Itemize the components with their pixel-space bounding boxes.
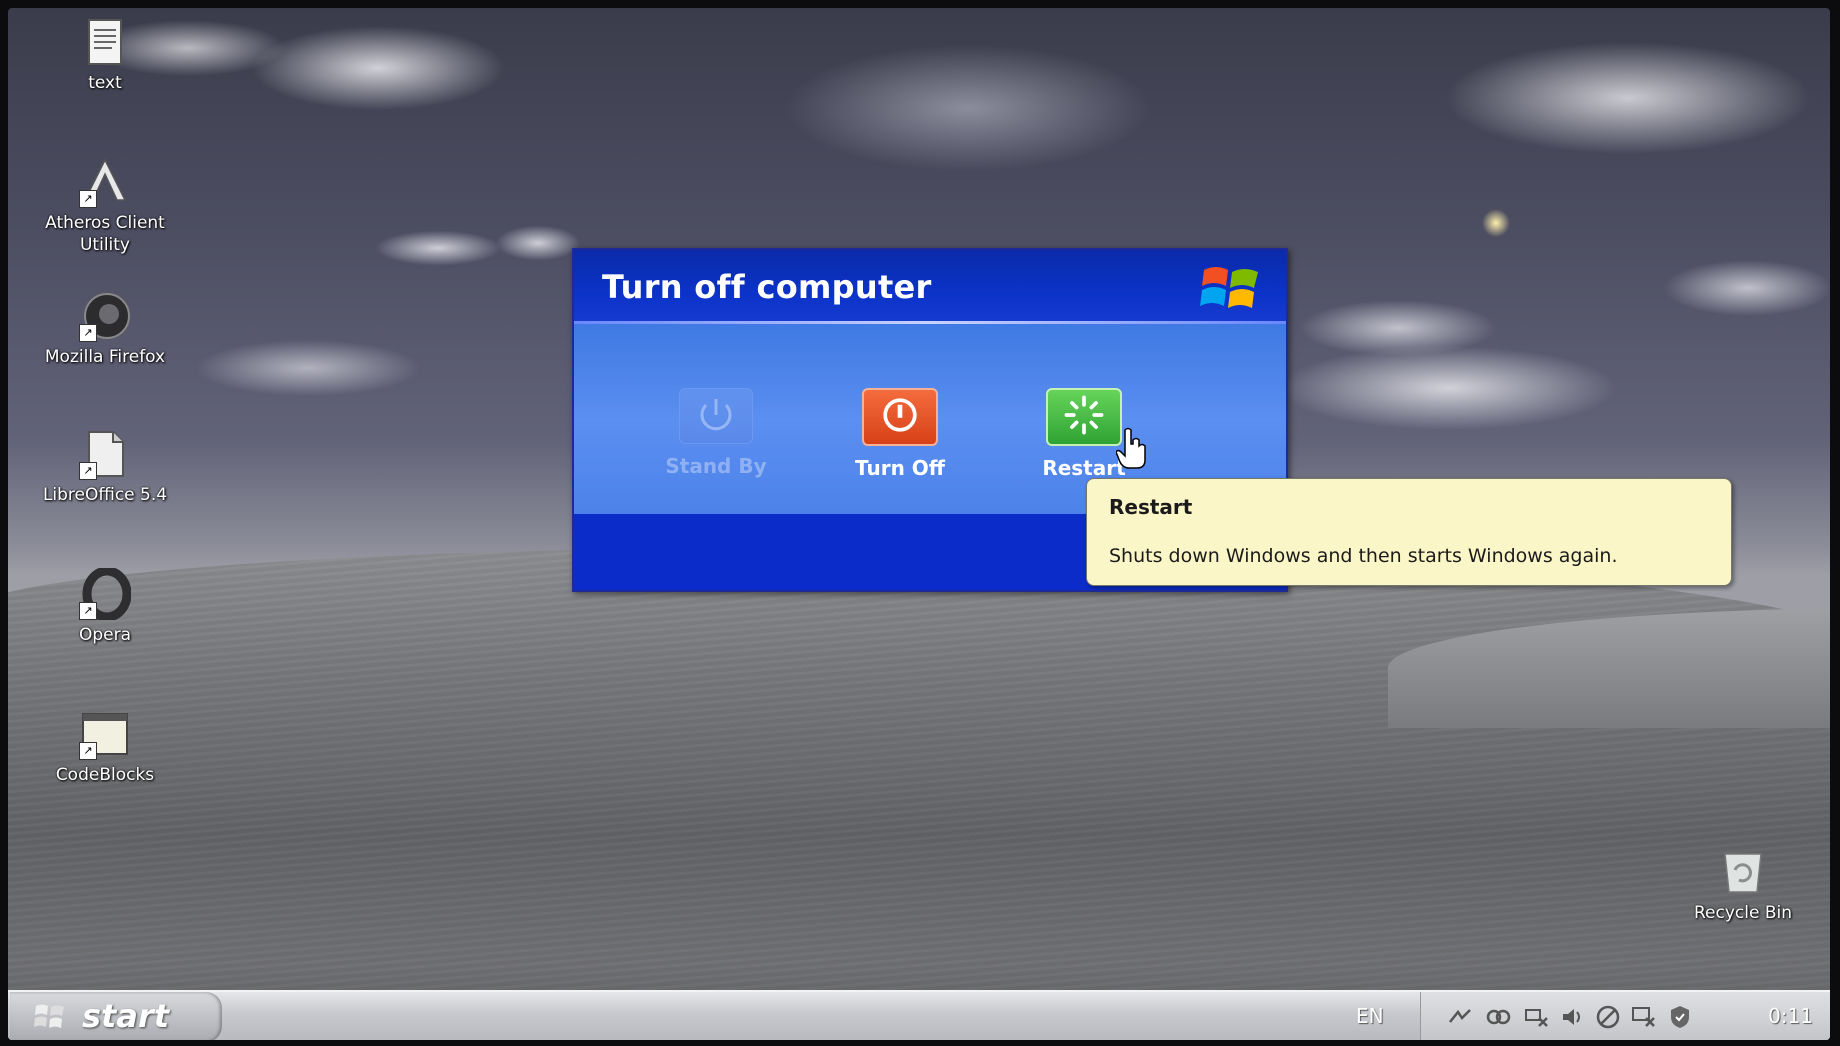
desktop-icon-recycle-bin[interactable]: Recycle Bin	[1668, 846, 1818, 924]
desktop-icon-atheros[interactable]: ↗ Atheros Client Utility	[30, 156, 180, 256]
turn-off-button[interactable]	[862, 388, 938, 446]
restart-icon	[1064, 395, 1104, 435]
shortcut-arrow-icon: ↗	[79, 190, 97, 208]
shortcut-arrow-icon: ↗	[79, 742, 97, 760]
volume-icon[interactable]	[1559, 1004, 1585, 1030]
desktop-icon-label: LibreOffice 5.4	[42, 485, 168, 505]
desktop-icon-label: Atheros Client Utility	[45, 213, 165, 255]
dialog-title: Turn off computer	[602, 268, 932, 306]
wallpaper-hill	[8, 548, 1830, 1040]
desktop-icon-codeblocks[interactable]: ↗ CodeBlocks	[30, 708, 180, 786]
libreoffice-icon: ↗	[79, 428, 131, 480]
desktop-icon-label: Recycle Bin	[1693, 903, 1792, 923]
network-disconnected-icon[interactable]	[1523, 1004, 1549, 1030]
recycle-bin-icon	[1717, 846, 1769, 898]
network-icon[interactable]	[1447, 1004, 1473, 1030]
restart-tooltip: Restart Shuts down Windows and then star…	[1086, 478, 1732, 586]
desktop-icon-firefox[interactable]: ↗ Mozilla Firefox	[30, 290, 180, 368]
system-tray: 0:11	[1420, 992, 1830, 1040]
start-label: start	[82, 997, 170, 1035]
windows-flag-icon	[34, 1004, 64, 1028]
desktop-icon-label: Mozilla Firefox	[44, 347, 166, 367]
power-off-icon	[883, 398, 917, 432]
wireless-disconnected-icon[interactable]	[1631, 1004, 1657, 1030]
turn-off-option[interactable]: Turn Off	[830, 388, 970, 480]
desktop[interactable]: text ↗ Atheros Client Utility ↗ Mozilla …	[8, 8, 1830, 1040]
blocked-icon[interactable]	[1595, 1004, 1621, 1030]
restart-button[interactable]	[1046, 388, 1122, 446]
connections-icon[interactable]	[1485, 1004, 1511, 1030]
text-document-icon	[79, 16, 131, 68]
tooltip-text: Shuts down Windows and then starts Windo…	[1109, 545, 1618, 567]
shortcut-arrow-icon: ↗	[79, 324, 97, 342]
desktop-icon-libreoffice[interactable]: ↗ LibreOffice 5.4	[30, 428, 180, 506]
hand-cursor-icon	[1116, 427, 1146, 469]
atheros-icon: ↗	[79, 156, 131, 208]
stand-by-option[interactable]: Stand By	[646, 388, 786, 478]
desktop-icon-label: text	[88, 73, 122, 93]
shortcut-arrow-icon: ↗	[79, 462, 97, 480]
desktop-icon-label: Opera	[78, 625, 132, 645]
turn-off-label: Turn Off	[855, 456, 945, 480]
taskbar: start EN 0:11	[8, 990, 1830, 1040]
desktop-icon-opera[interactable]: ↗ Opera	[30, 566, 180, 646]
shortcut-arrow-icon: ↗	[79, 602, 97, 620]
language-indicator[interactable]: EN	[1356, 1004, 1384, 1028]
windows-logo-icon	[1200, 267, 1258, 308]
dialog-header: Turn off computer	[574, 250, 1286, 324]
stand-by-button[interactable]	[679, 388, 753, 444]
power-standby-icon	[700, 399, 732, 431]
stand-by-label: Stand By	[665, 454, 767, 478]
clock[interactable]: 0:11	[1768, 1004, 1813, 1028]
opera-icon: ↗	[79, 566, 132, 622]
tooltip-title: Restart	[1109, 495, 1193, 519]
security-shield-icon[interactable]	[1667, 1004, 1693, 1030]
firefox-icon: ↗	[79, 290, 131, 342]
start-button[interactable]: start	[10, 992, 222, 1040]
codeblocks-icon: ↗	[79, 708, 131, 760]
desktop-icon-text[interactable]: text	[30, 16, 180, 94]
desktop-icon-label: CodeBlocks	[55, 765, 155, 785]
